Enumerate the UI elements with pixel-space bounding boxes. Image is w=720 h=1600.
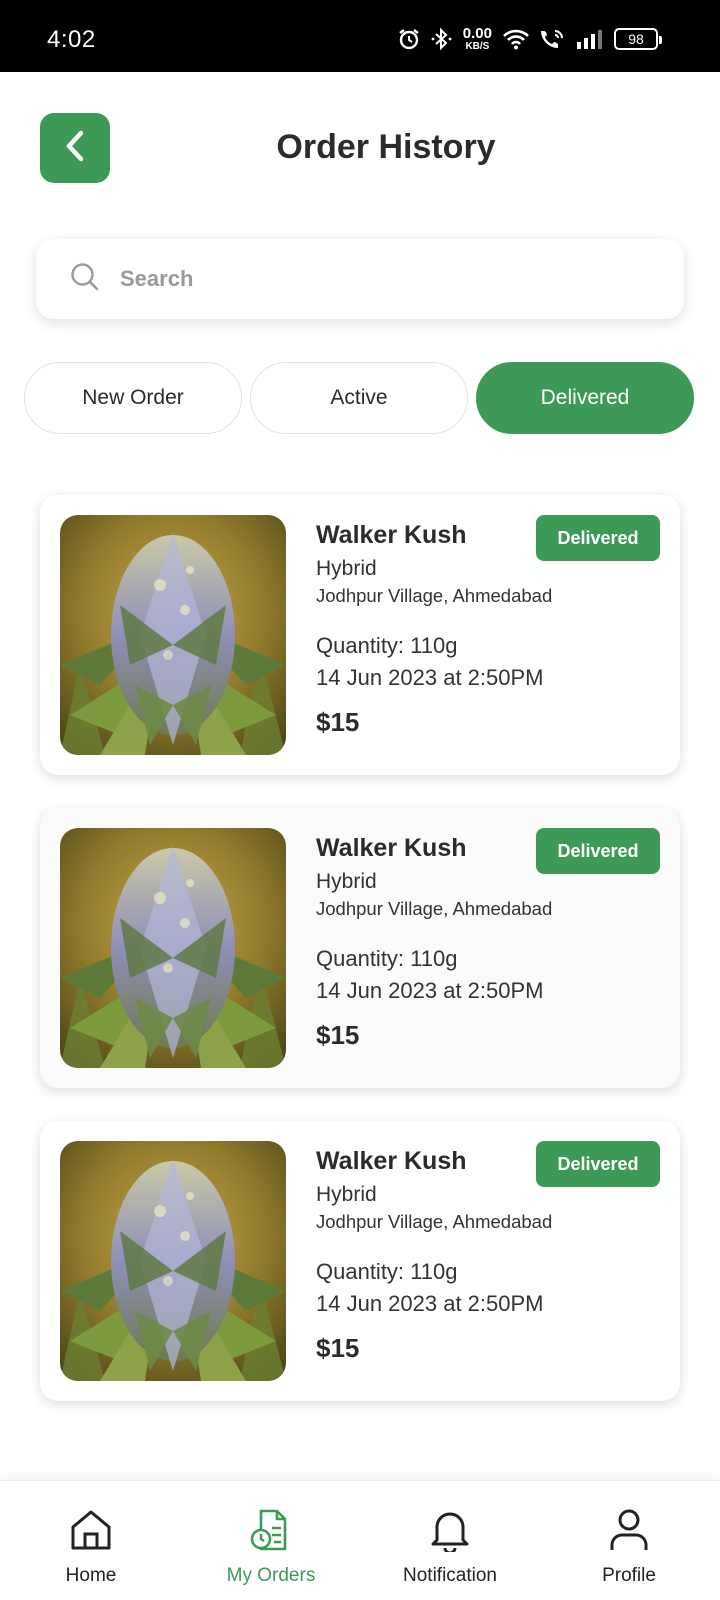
product-image [60, 515, 286, 755]
search-bar[interactable] [36, 239, 684, 319]
signal-icon [576, 28, 604, 50]
search-input[interactable] [120, 266, 640, 292]
tab-label: Active [330, 386, 388, 409]
nav-label: My Orders [226, 1565, 316, 1586]
battery-icon: 98 [614, 28, 662, 50]
product-type: Hybrid [316, 1183, 377, 1206]
wifi-calling-icon [540, 27, 566, 51]
bluetooth-icon [431, 27, 453, 51]
nav-label: Profile [602, 1565, 656, 1586]
product-name: Walker Kush [316, 1147, 467, 1175]
tab-label: New Order [82, 386, 184, 409]
bell-icon [429, 1507, 471, 1553]
net-speed-unit: KB/S [465, 41, 490, 52]
status-time: 4:02 [47, 26, 96, 53]
tab-label: Delivered [540, 386, 630, 409]
product-image [60, 828, 286, 1068]
nav-my-orders[interactable]: My Orders [181, 1481, 361, 1600]
delivery-location: Jodhpur Village, Ahmedabad [316, 585, 553, 606]
nav-label: Home [65, 1565, 117, 1586]
product-name: Walker Kush [316, 834, 467, 862]
delivery-location: Jodhpur Village, Ahmedabad [316, 1211, 553, 1232]
nav-profile[interactable]: Profile [539, 1481, 719, 1600]
tab-new-order[interactable]: New Order [24, 362, 242, 434]
order-card[interactable]: Walker Kush Hybrid Jodhpur Village, Ahme… [40, 1121, 680, 1401]
delivery-location: Jodhpur Village, Ahmedabad [316, 898, 553, 919]
status-badge: Delivered [536, 1141, 660, 1187]
status-badge: Delivered [536, 515, 660, 561]
wifi-icon [502, 28, 530, 50]
order-quantity: Quantity: 110g [316, 946, 458, 971]
user-icon [609, 1507, 649, 1553]
order-quantity: Quantity: 110g [316, 633, 458, 658]
home-icon [70, 1507, 112, 1553]
product-image [60, 1141, 286, 1381]
order-status-tabs: New Order Active Delivered [24, 362, 696, 434]
tab-delivered[interactable]: Delivered [476, 362, 694, 434]
order-price: $15 [316, 1020, 360, 1050]
order-date: 14 Jun 2023 at 2:50PM [316, 1291, 544, 1316]
order-date: 14 Jun 2023 at 2:50PM [316, 665, 544, 690]
product-type: Hybrid [316, 870, 377, 893]
search-icon [70, 262, 100, 297]
orders-icon [249, 1507, 293, 1553]
status-badge: Delivered [536, 828, 660, 874]
order-date: 14 Jun 2023 at 2:50PM [316, 978, 544, 1003]
order-price: $15 [316, 1333, 360, 1363]
net-speed-value: 0.00 [462, 25, 492, 42]
order-card[interactable]: Walker Kush Hybrid Jodhpur Village, Ahme… [40, 808, 680, 1088]
product-type: Hybrid [316, 557, 377, 580]
product-name: Walker Kush [316, 521, 467, 549]
net-speed: 0.00 KB/S [463, 26, 492, 52]
order-price: $15 [316, 707, 360, 737]
status-bar: 4:02 0.00 KB/S 98 [0, 0, 720, 72]
nav-home[interactable]: Home [1, 1481, 181, 1600]
order-quantity: Quantity: 110g [316, 1259, 458, 1284]
page-title: Order History [276, 128, 496, 166]
nav-label: Notification [403, 1565, 497, 1586]
battery-level: 98 [628, 31, 644, 47]
order-card[interactable]: Walker Kush Hybrid Jodhpur Village, Ahme… [40, 495, 680, 775]
status-icons: 0.00 KB/S 98 [397, 26, 662, 52]
bottom-nav: Home My Orders Notification Profile [0, 1480, 720, 1600]
alarm-icon [397, 27, 421, 51]
nav-notification[interactable]: Notification [360, 1481, 540, 1600]
tab-active[interactable]: Active [250, 362, 468, 434]
